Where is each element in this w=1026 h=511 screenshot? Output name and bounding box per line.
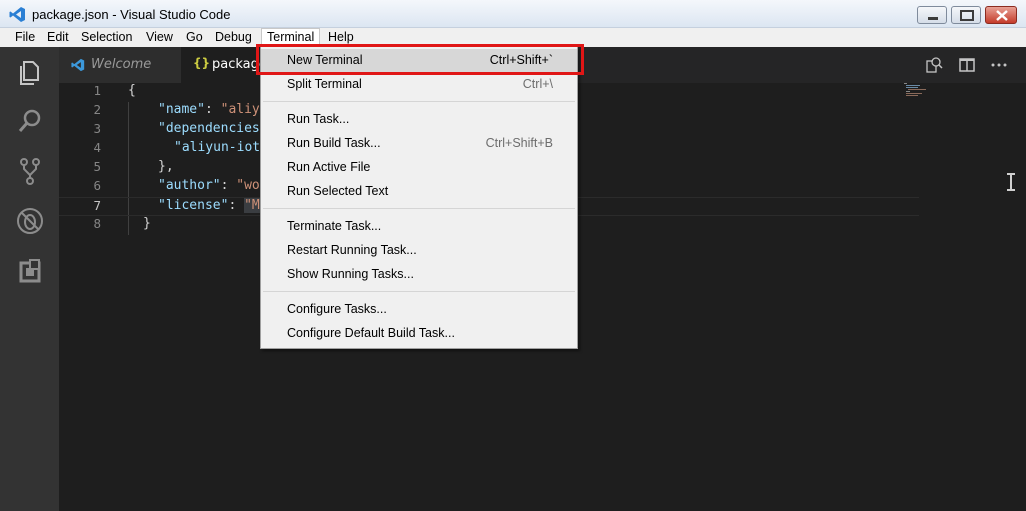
line-number: 6	[93, 178, 101, 193]
menu-item-configure-tasks[interactable]: Configure Tasks...	[261, 298, 577, 322]
menu-item-label: Run Build Task...	[287, 136, 381, 150]
minimap[interactable]	[904, 83, 934, 97]
menu-item-split-terminal[interactable]: Split Terminal Ctrl+\	[261, 73, 577, 97]
maximize-icon	[960, 10, 974, 21]
menu-item-label: Configure Tasks...	[287, 302, 387, 316]
menu-separator	[263, 101, 575, 102]
menu-item-label: Run Task...	[287, 112, 350, 126]
activity-bar	[0, 47, 59, 511]
line-number: 4	[93, 140, 101, 155]
menu-debug[interactable]: Debug	[215, 30, 252, 44]
json-key: "license"	[158, 198, 229, 213]
explorer-icon[interactable]	[14, 56, 46, 88]
title-bar: package.json - Visual Studio Code	[0, 0, 1026, 28]
extensions-icon[interactable]	[14, 256, 46, 288]
json-separator: :	[228, 198, 245, 213]
menu-item-label: Restart Running Task...	[287, 243, 417, 257]
menu-go[interactable]: Go	[186, 30, 203, 44]
menu-item-shortcut: Ctrl+\	[522, 77, 553, 91]
tab-welcome-label: Welcome	[91, 57, 152, 72]
code-text: }	[143, 216, 151, 231]
json-key: "dependencies"	[158, 121, 268, 136]
code-text: {	[128, 83, 136, 98]
menu-item-label: Configure Default Build Task...	[287, 326, 455, 340]
json-separator: :	[204, 102, 221, 117]
menu-separator	[263, 291, 575, 292]
line-number: 7	[93, 198, 101, 213]
line-number: 1	[93, 83, 101, 98]
menu-item-run-selected-text[interactable]: Run Selected Text	[261, 180, 577, 204]
source-control-icon[interactable]	[14, 155, 46, 187]
menu-edit[interactable]: Edit	[47, 30, 69, 44]
json-key: "name"	[158, 102, 205, 117]
json-value: "wo	[236, 178, 260, 193]
text-cursor-icon	[1007, 173, 1015, 191]
menu-file[interactable]: File	[15, 30, 35, 44]
code-text: },	[158, 159, 174, 174]
minimize-button[interactable]	[917, 6, 947, 24]
menu-item-configure-default-build-task[interactable]: Configure Default Build Task...	[261, 322, 577, 346]
vscode-logo-icon	[9, 7, 25, 22]
close-icon	[996, 10, 1008, 21]
terminal-menu-dropdown: New Terminal Ctrl+Shift+` Split Terminal…	[260, 46, 578, 349]
menu-item-label: Terminate Task...	[287, 219, 382, 233]
json-key: "author"	[158, 178, 221, 193]
line-number: 5	[93, 159, 101, 174]
json-key: "aliyun-iot	[174, 140, 261, 155]
json-value: "M	[244, 198, 260, 213]
menu-view[interactable]: View	[146, 30, 173, 44]
menu-item-label: Split Terminal	[287, 77, 362, 91]
menu-item-shortcut: Ctrl+Shift+B	[485, 136, 553, 150]
split-editor-icon[interactable]	[958, 56, 976, 74]
json-braces-icon: {}	[193, 56, 211, 70]
menu-item-terminate-task[interactable]: Terminate Task...	[261, 215, 577, 239]
debug-icon[interactable]	[14, 205, 46, 237]
menu-item-run-active-file[interactable]: Run Active File	[261, 156, 577, 180]
menu-item-run-build-task[interactable]: Run Build Task... Ctrl+Shift+B	[261, 132, 577, 156]
annotation-highlight-box	[256, 44, 584, 75]
menu-item-restart-running-task[interactable]: Restart Running Task...	[261, 239, 577, 263]
line-number: 8	[93, 216, 101, 231]
line-number: 3	[93, 121, 101, 136]
menu-help[interactable]: Help	[328, 30, 354, 44]
line-number: 2	[93, 102, 101, 117]
open-changes-icon[interactable]	[925, 56, 943, 74]
menu-separator	[263, 208, 575, 209]
menu-selection[interactable]: Selection	[81, 30, 132, 44]
tab-welcome[interactable]: Welcome	[59, 47, 181, 83]
window-title: package.json - Visual Studio Code	[32, 7, 231, 22]
minimize-icon	[928, 17, 938, 20]
menu-item-run-task[interactable]: Run Task...	[261, 108, 577, 132]
menu-item-label: Show Running Tasks...	[287, 267, 414, 281]
vscode-icon	[71, 58, 85, 72]
menu-item-show-running-tasks[interactable]: Show Running Tasks...	[261, 263, 577, 287]
close-window-button[interactable]	[985, 6, 1017, 24]
maximize-button[interactable]	[951, 6, 981, 24]
menu-item-label: Run Selected Text	[287, 184, 389, 198]
search-icon[interactable]	[14, 105, 46, 137]
more-actions-icon[interactable]	[990, 56, 1008, 74]
menu-item-label: Run Active File	[287, 160, 371, 174]
json-separator: :	[220, 178, 237, 193]
